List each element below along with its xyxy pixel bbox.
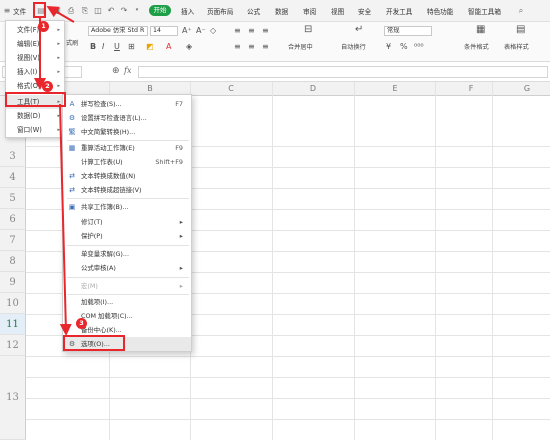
step-badge-3: 3	[76, 318, 87, 329]
arrow-to-options	[59, 103, 72, 336]
arrow-to-menu-icon	[46, 5, 75, 23]
step-badge-2: 2	[42, 81, 53, 92]
annotation-arrows	[34, 5, 75, 336]
step-badge-1: 1	[38, 21, 49, 32]
